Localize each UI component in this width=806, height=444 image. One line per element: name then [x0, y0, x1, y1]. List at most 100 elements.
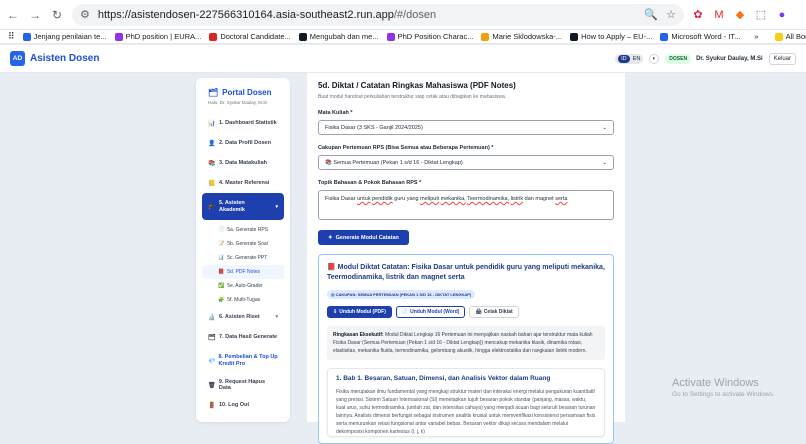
sidebar-sub-soal[interactable]: 📝 5b. Generate Soal	[202, 237, 284, 251]
course-select[interactable]: Fisika Dasar (3 SKS - Ganjil 2024/2025) ⌄	[318, 120, 614, 135]
logout-button[interactable]: Keluar	[768, 52, 796, 65]
sidebar-sub-pdf-notes[interactable]: 📕 5d. PDF Notes	[202, 265, 284, 279]
sidebar-item-courses[interactable]: 📚 3. Data Matakuliah	[202, 153, 284, 173]
app-logo: AD	[10, 51, 25, 66]
microscope-icon: 🔬	[208, 314, 216, 321]
sidebar-item-dashboard[interactable]: 📊 1. Dashboard Statistik	[202, 113, 284, 133]
bookmark-item[interactable]: PhD Position Charac...	[386, 32, 473, 41]
word-doc-icon: 📄	[401, 309, 409, 315]
document-icon: 📄	[218, 227, 225, 233]
topic-label: Topik Bahasan & Pokok Bahasan RPS *	[318, 180, 422, 186]
scope-badge: ◎ CAKUPAN: SEMUA PERTEMUAN (PEKAN 1 S/D …	[327, 290, 476, 299]
apps-grid-icon[interactable]: ⠿	[8, 31, 15, 42]
bookmark-item[interactable]: Microsoft Word - IT...	[660, 32, 740, 41]
bookmark-item[interactable]: Marie Sklodowska-...	[481, 32, 562, 41]
gmail-icon[interactable]: M	[713, 9, 725, 21]
lang-id[interactable]: ID	[618, 54, 630, 63]
portal-icon: 🗂	[208, 88, 219, 97]
bookmark-item[interactable]: Mengubah dan me...	[298, 32, 379, 41]
star-icon[interactable]: ☆	[666, 8, 676, 21]
app-header: AD Asisten Dosen ID EN ◐ DOSEN Dr. Syukur…	[0, 45, 806, 73]
chapter-title: 1. Bab 1. Besaran, Satuan, Dimensi, dan …	[336, 375, 551, 382]
checkmark-icon: ✅	[218, 283, 225, 289]
lang-en[interactable]: EN	[633, 56, 641, 62]
sidebar-title: Portal Dosen	[222, 88, 272, 97]
back-icon[interactable]: ←	[6, 8, 20, 22]
executive-summary: Ringkasan Eksekutif: Modul Diktat Lengka…	[327, 326, 605, 360]
sidebar-sub-multi-task[interactable]: 🧩 5f. Multi-Tugas	[202, 293, 284, 307]
app-title: Asisten Dosen	[30, 53, 100, 64]
chevron-down-icon: ⌄	[602, 159, 607, 166]
pencil-icon: 📝	[218, 241, 225, 247]
chapter-section: 1. Bab 1. Besaran, Satuan, Dimensi, dan …	[327, 368, 605, 437]
language-toggle[interactable]: ID EN	[615, 53, 644, 64]
forward-icon[interactable]: →	[28, 8, 42, 22]
windows-activation-watermark: Activate Windows Go to Settings to activ…	[672, 377, 775, 398]
sidebar-sub-auto-grader[interactable]: ✅ 5e. Auto-Grader	[202, 279, 284, 293]
sidebar-item-research[interactable]: 🔬 6. Asisten Riset ▾	[202, 307, 284, 327]
presentation-icon: 📊	[218, 255, 225, 261]
chevron-down-icon: ▾	[275, 203, 278, 210]
print-button[interactable]: 🖨 Cetak Diktat	[469, 306, 519, 318]
bookmark-item[interactable]: Jenjang penilaian te...	[22, 32, 107, 41]
address-bar[interactable]: ⚙ https://asistendosen-227566310164.asia…	[72, 3, 684, 26]
user-name: Dr. Syukur Daulay, M.Si	[696, 55, 763, 62]
coverage-label: Cakupan Pertemuan RPS (Bisa Semua atau B…	[318, 145, 494, 151]
gem-icon: 💎	[208, 358, 216, 365]
main-panel: 5d. Diktat / Catatan Ringkas Mahasiswa (…	[307, 73, 625, 444]
chapter-text: Fisika merupakan ilmu fundamental yang m…	[336, 389, 596, 435]
sidebar-item-delete-request[interactable]: 🗑 9. Request Hapus Data	[202, 375, 284, 395]
sidebar-item-profile[interactable]: 👤 2. Data Profil Dosen	[202, 133, 284, 153]
door-icon: 🚪	[208, 402, 216, 409]
puzzle-piece-icon: 🧩	[218, 297, 225, 303]
result-card: 📕 Modul Diktat Catatan: Fisika Dasar unt…	[318, 254, 614, 444]
books-icon: 📚	[325, 159, 332, 166]
browser-toolbar: ← → ↻ ⚙ https://asistendosen-22756631016…	[0, 0, 806, 30]
all-bookmarks[interactable]: All Book	[774, 32, 806, 41]
shield-extension-icon[interactable]: ◆	[734, 9, 746, 21]
bookmarks-bar: ⠿ Jenjang penilaian te... PhD position |…	[0, 30, 806, 44]
sidebar-sub-rps[interactable]: 📄 5a. Generate RPS	[202, 223, 284, 237]
page-title: 5d. Diktat / Catatan Ringkas Mahasiswa (…	[318, 81, 516, 90]
target-icon: ◎	[331, 292, 335, 297]
site-settings-icon[interactable]: ⚙	[80, 8, 90, 21]
download-icon: ⇩	[333, 309, 338, 315]
sidebar-item-academic-assistant[interactable]: 🎓 5. Asisten Akademik ▾	[202, 193, 284, 220]
url-path: /#/dosen	[393, 8, 437, 21]
chevron-down-icon: ⌄	[602, 124, 607, 131]
reload-icon[interactable]: ↻	[50, 8, 64, 22]
url-domain: https://asistendosen-227566310164.asia-s…	[97, 8, 394, 21]
sidebar-item-logout[interactable]: 🚪 10. Log Out	[202, 395, 284, 415]
topic-textarea[interactable]: Fisika Dasar untuk pendidik guru yang me…	[318, 190, 614, 220]
sidebar-item-references[interactable]: 📒 4. Master Referensi	[202, 173, 284, 193]
bookmark-item[interactable]: PhD position | EURA...	[114, 32, 201, 41]
user-icon: 👤	[208, 140, 216, 147]
graduation-cap-icon: 🎓	[208, 204, 216, 210]
avatar[interactable]: ●	[776, 9, 788, 21]
zoom-icon[interactable]: 🔍	[644, 8, 658, 21]
bookmark-item[interactable]: How to Apply – EU-...	[570, 32, 652, 41]
role-badge: DOSEN	[665, 53, 692, 64]
printer-icon: 🖨	[475, 309, 482, 315]
puzzle-icon[interactable]: ⬚	[755, 9, 767, 21]
sidebar-item-purchase[interactable]: 💎 8. Pembelian & Top Up Kredit Pro	[202, 347, 284, 375]
page-description: Buat modul handout perkuliahan terstrukt…	[318, 94, 507, 100]
sidebar-sub-ppt[interactable]: 📊 5c. Generate PPT	[202, 251, 284, 265]
extension-icon[interactable]: ✿	[692, 9, 704, 21]
download-word-button[interactable]: 📄 Unduh Modul (Word)	[395, 306, 466, 318]
chevron-down-icon: ▾	[275, 314, 278, 320]
folder-icon: 🗂	[208, 334, 216, 341]
theme-toggle-icon[interactable]: ◐	[649, 53, 660, 64]
download-pdf-button[interactable]: ⇩ Unduh Modul (PDF)	[327, 306, 392, 318]
book-icon: 📕	[327, 264, 336, 271]
coverage-select[interactable]: 📚 Semua Pertemuan (Pekan 1 s/d 16 - Dikt…	[318, 155, 614, 170]
books-icon: 📚	[208, 160, 216, 167]
generate-notes-button[interactable]: ✦ Generate Modul Catatan	[318, 230, 409, 245]
bookmark-item[interactable]: Doctoral Candidate...	[209, 32, 291, 41]
more-bookmarks-icon[interactable]: »	[754, 32, 758, 41]
chart-icon: 📊	[208, 120, 216, 127]
pdf-book-icon: 📕	[218, 269, 225, 275]
result-title: 📕 Modul Diktat Catatan: Fisika Dasar unt…	[327, 264, 605, 281]
sidebar-item-results[interactable]: 🗂 7. Data Hasil Generate	[202, 327, 284, 347]
notebook-icon: 📒	[208, 180, 216, 187]
